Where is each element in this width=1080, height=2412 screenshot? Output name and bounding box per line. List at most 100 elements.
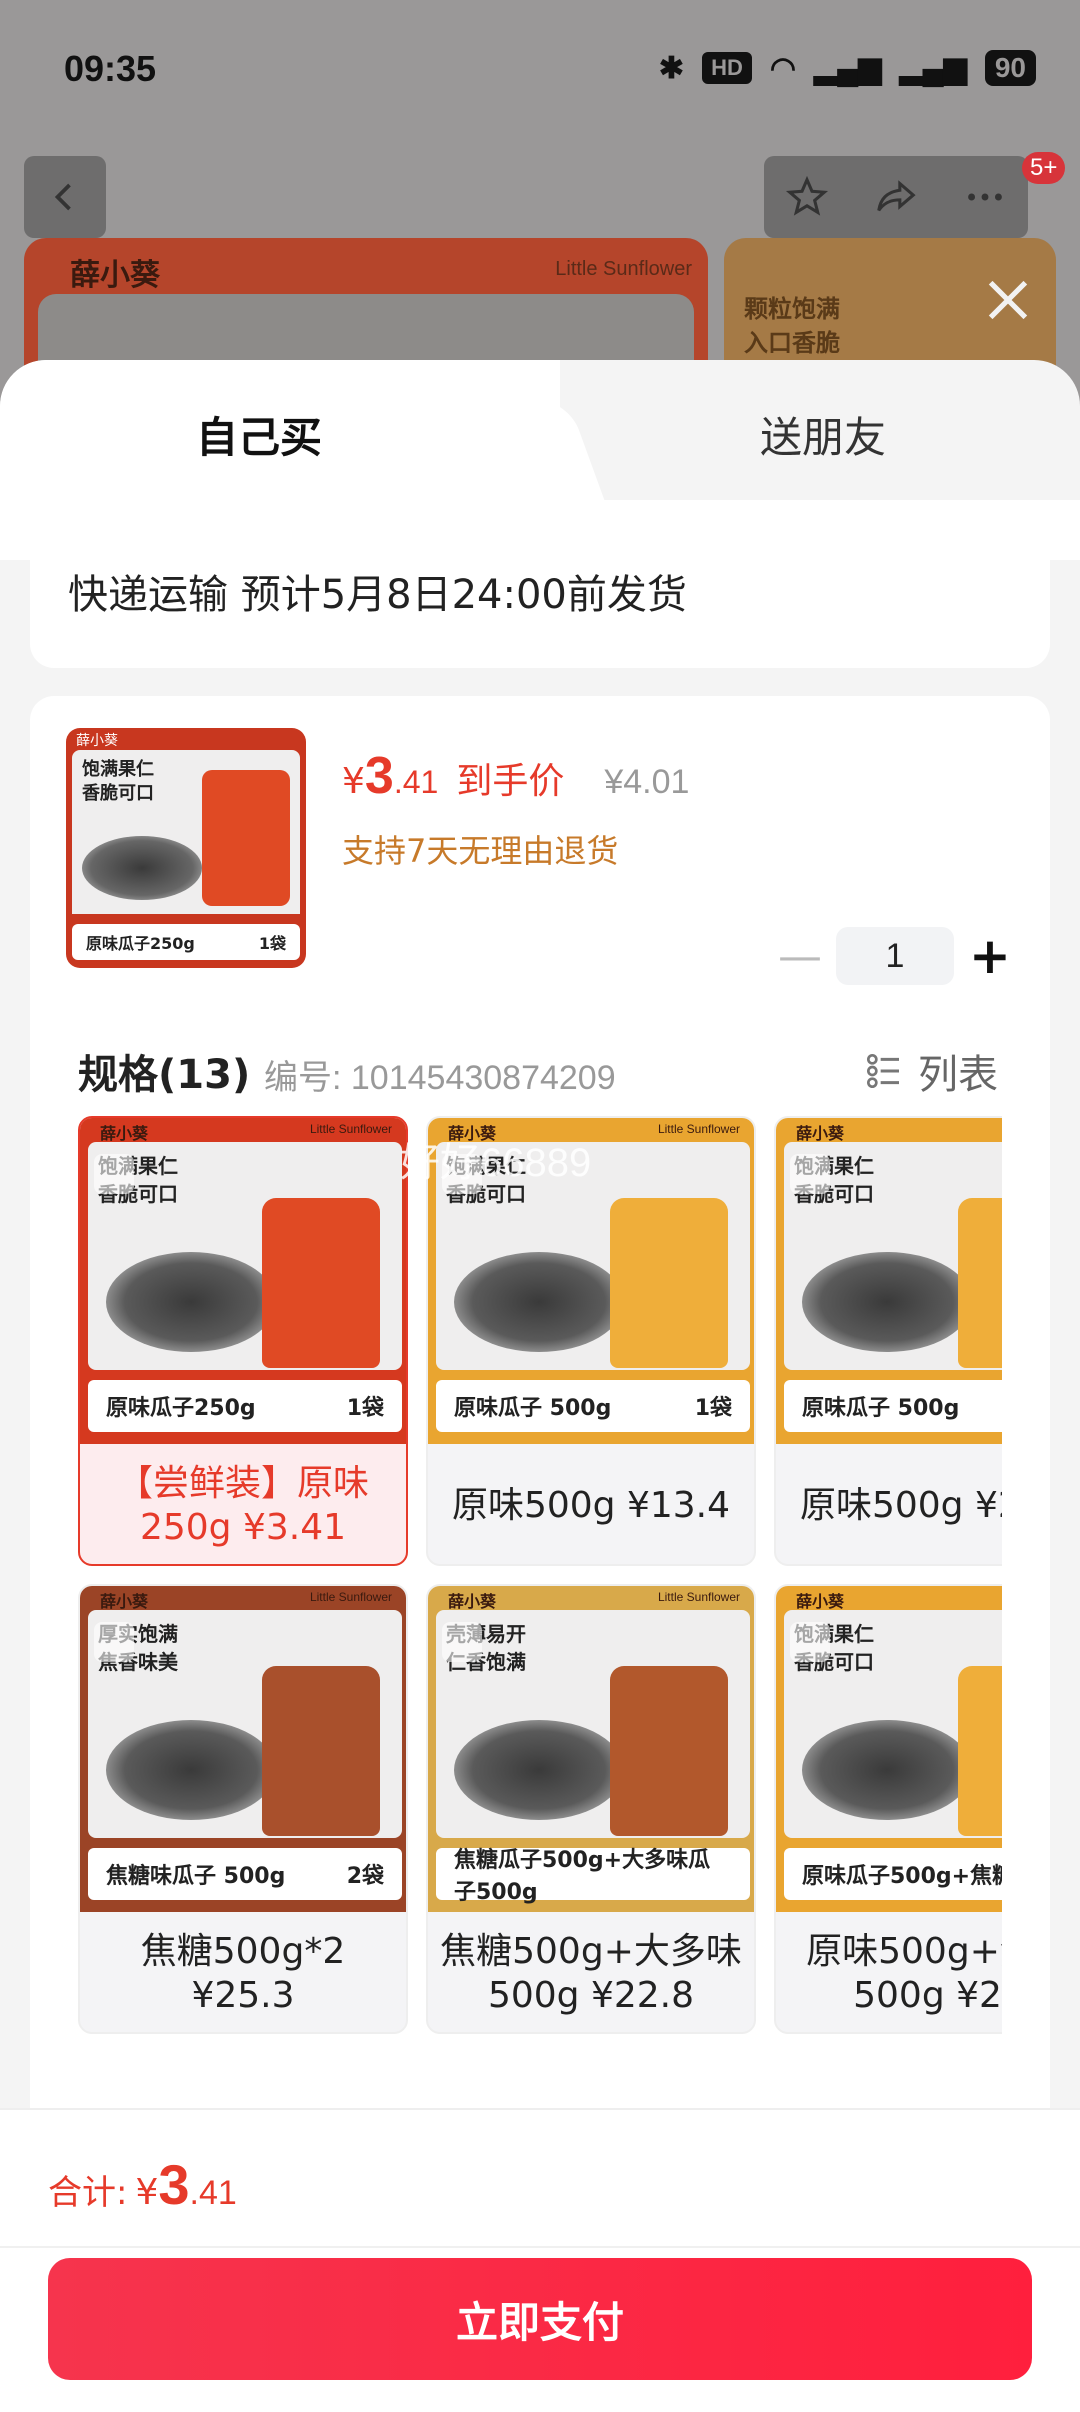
total-currency: ¥ (135, 2172, 159, 2213)
spec-option-label: 【尝鲜装】原味250g ¥3.41 (116, 1463, 369, 1548)
tab-buy-for-self-label[interactable]: 自己买 (196, 404, 322, 465)
spec-option-brand: 薛小葵 (796, 1592, 845, 1611)
expand-icon[interactable] (442, 1622, 482, 1662)
signal-5g-icon: ▂▄▆ (814, 51, 882, 85)
wifi-icon: ◠ (769, 51, 797, 85)
footer-divider (0, 2246, 1080, 2248)
spec-option-image: 薛小葵Little Sunflower饱满果仁香脆可口原味瓜子500g+焦糖味 (776, 1586, 1002, 1912)
bag-image (610, 1666, 728, 1836)
battery-icon: 90 (984, 50, 1036, 86)
spec-grid: 薛小葵 Little Sunflower 饱满果仁 香脆可口 原味瓜子250g 1袋 【尝鲜… (78, 1116, 1002, 2036)
pay-now-button[interactable]: 立即支付 (48, 2258, 1032, 2380)
tab-send-to-friend[interactable]: 送朋友 (760, 404, 886, 465)
list-label: 列表 (918, 1052, 998, 1098)
price-tag: 到手价 (456, 761, 565, 802)
price-line: ¥ 3 .41 到手价 ¥4.01 (342, 746, 689, 806)
notification-badge: 5+ (1022, 152, 1066, 184)
spec-option-image: 薛小葵Little Sunflower饱满果仁香脆可口原味瓜子 500g (776, 1118, 1002, 1444)
spec-option-3[interactable]: 薛小葵Little Sunflower饱满果仁香脆可口原味瓜子 500g 原味50… (774, 1116, 1002, 1566)
back-button[interactable] (24, 156, 106, 238)
spec-option-brand: 薛小葵 (448, 1592, 497, 1611)
bag-image (958, 1666, 1002, 1836)
seeds-image (106, 1252, 276, 1352)
expand-icon[interactable] (94, 1154, 134, 1194)
thumbnail-caption-right: 1袋 (258, 934, 286, 953)
nav-actions (764, 156, 1028, 238)
spec-option-caption-left: 焦糖味瓜子 500g (106, 1864, 286, 1889)
shipping-text: 快递运输 预计5月8日24:00前发货 (68, 572, 687, 618)
hd-icon: HD (702, 52, 752, 84)
seeds-image (454, 1252, 624, 1352)
expand-icon[interactable] (790, 1622, 830, 1662)
more-icon[interactable] (962, 174, 1008, 220)
bluetooth-icon: ✱ (658, 51, 685, 85)
spec-option-label: 焦糖500g*2 ¥25.3 (140, 1931, 346, 2016)
list-view-toggle[interactable]: 列表 (864, 1042, 998, 1100)
total-integer: 3 (158, 2153, 190, 2216)
banner-brand-en: Little Sunflower (555, 258, 692, 280)
shipping-card: 快递运输 预计5月8日24:00前发货 (30, 510, 1050, 668)
spec-option-caption-right: 1袋 (694, 1396, 732, 1421)
spec-option-caption-left: 原味瓜子 500g (454, 1396, 612, 1421)
spec-option-brand: 薛小葵 (100, 1592, 149, 1611)
price-currency: ¥ (342, 761, 365, 802)
expand-icon[interactable] (94, 1622, 134, 1662)
seeds-image (106, 1720, 276, 1820)
bag-image (958, 1198, 1002, 1368)
spec-option-brand-en: Little Sunflower (309, 1122, 392, 1136)
list-icon (866, 1053, 899, 1089)
spec-title: 规格(13) (78, 1052, 251, 1098)
spec-option-brand-en: Little Sunflower (657, 1122, 740, 1136)
status-bar: 09:35 ✱ HD ◠ ▂▄▆ ▂▄▆ 90 (0, 0, 1080, 140)
spec-option-image: 薛小葵 Little Sunflower 饱满果仁 香脆可口 原味瓜子250g 1袋 (80, 1118, 406, 1444)
checkout-footer: 合计: ¥ 3 .41 立即支付 (0, 2108, 1080, 2412)
spec-option-caption-left: 原味瓜子500g+焦糖味 (802, 1864, 1002, 1889)
spec-code: 编号: 10145430874209 (264, 1059, 616, 1097)
thumbnail-text: 饱满果仁 香脆可口 (82, 759, 154, 804)
bag-image (610, 1198, 728, 1368)
spec-option-brand: 薛小葵 (796, 1124, 845, 1143)
quantity-stepper: — 1 + (770, 926, 1020, 986)
total-decimal: .41 (189, 2174, 237, 2212)
spec-option-6[interactable]: 薛小葵Little Sunflower饱满果仁香脆可口原味瓜子500g+焦糖味原… (774, 1584, 1002, 2034)
price-integer: 3 (364, 747, 394, 805)
thumbnail-caption-left: 原味瓜子250g (86, 934, 195, 953)
banner-brand: 薛小葵 (70, 258, 160, 293)
spec-option-brand-en: Little Sunflower (309, 1590, 392, 1604)
quantity-decrease-button[interactable]: — (770, 926, 830, 986)
thumbnail-brand: 薛小葵 (76, 733, 118, 749)
spec-option-caption-right: 2袋 (346, 1864, 384, 1889)
spec-option-caption: 原味瓜子500g+焦糖味 (784, 1848, 1002, 1900)
spec-option-brand: 薛小葵 (100, 1124, 149, 1143)
total-label: 合计: (48, 2173, 128, 2213)
seeds-image (454, 1720, 624, 1820)
background-page: 09:35 ✱ HD ◠ ▂▄▆ ▂▄▆ 90 5+ 薛小葵 Little Su… (0, 0, 1080, 420)
total-price: 合计: ¥ 3 .41 (48, 2152, 237, 2217)
spec-option-5[interactable]: 薛小葵 Little Sunflower 壳薄易开 仁香饱满 焦糖瓜子500g+大多味瓜… (426, 1584, 756, 2034)
bag-image (262, 1666, 380, 1836)
spec-option-caption: 原味瓜子 500g (784, 1380, 1002, 1432)
spec-option-label: 原味500g ¥25.3 (799, 1485, 1002, 1526)
seeds-image (802, 1252, 972, 1352)
purchase-sheet: 自己买 送朋友 快递运输 预计5月8日24:00前发货 薛小葵 饱满果仁 香脆可口… (0, 360, 1080, 2412)
thumbnail-caption: 原味瓜子250g 1袋 (72, 924, 300, 960)
product-thumbnail[interactable]: 薛小葵 饱满果仁 香脆可口 原味瓜子250g 1袋 (66, 728, 306, 968)
spec-option-image: 薛小葵 Little Sunflower 壳薄易开 仁香饱满 焦糖瓜子500g+大多味瓜… (428, 1586, 754, 1912)
star-icon[interactable] (784, 174, 830, 220)
price-decimal: .41 (393, 764, 439, 800)
close-icon[interactable] (982, 274, 1034, 326)
share-icon[interactable] (871, 174, 921, 220)
quantity-increase-button[interactable]: + (960, 926, 1020, 986)
expand-icon[interactable] (790, 1154, 830, 1194)
spec-option-label: 焦糖500g+大多味500g ¥22.8 (440, 1931, 742, 2016)
spec-option-brand-en: Little Sunflower (657, 1590, 740, 1604)
status-icons: ✱ HD ◠ ▂▄▆ ▂▄▆ 90 (659, 50, 1036, 86)
spec-option-1[interactable]: 薛小葵 Little Sunflower 饱满果仁 香脆可口 原味瓜子250g 1袋 【尝鲜… (78, 1116, 408, 1566)
bag-image (262, 1198, 380, 1368)
spec-option-label: 原味500g ¥13.4 (451, 1485, 731, 1526)
spec-option-caption-left: 原味瓜子250g (106, 1396, 256, 1421)
quantity-input[interactable]: 1 (836, 927, 954, 985)
spec-option-4[interactable]: 薛小葵 Little Sunflower 厚实饱满 焦香味美 焦糖味瓜子 500g 2袋焦… (78, 1584, 408, 2034)
spec-option-caption: 原味瓜子250g 1袋 (88, 1380, 402, 1432)
spec-option-caption: 焦糖味瓜子 500g 2袋 (88, 1848, 402, 1900)
